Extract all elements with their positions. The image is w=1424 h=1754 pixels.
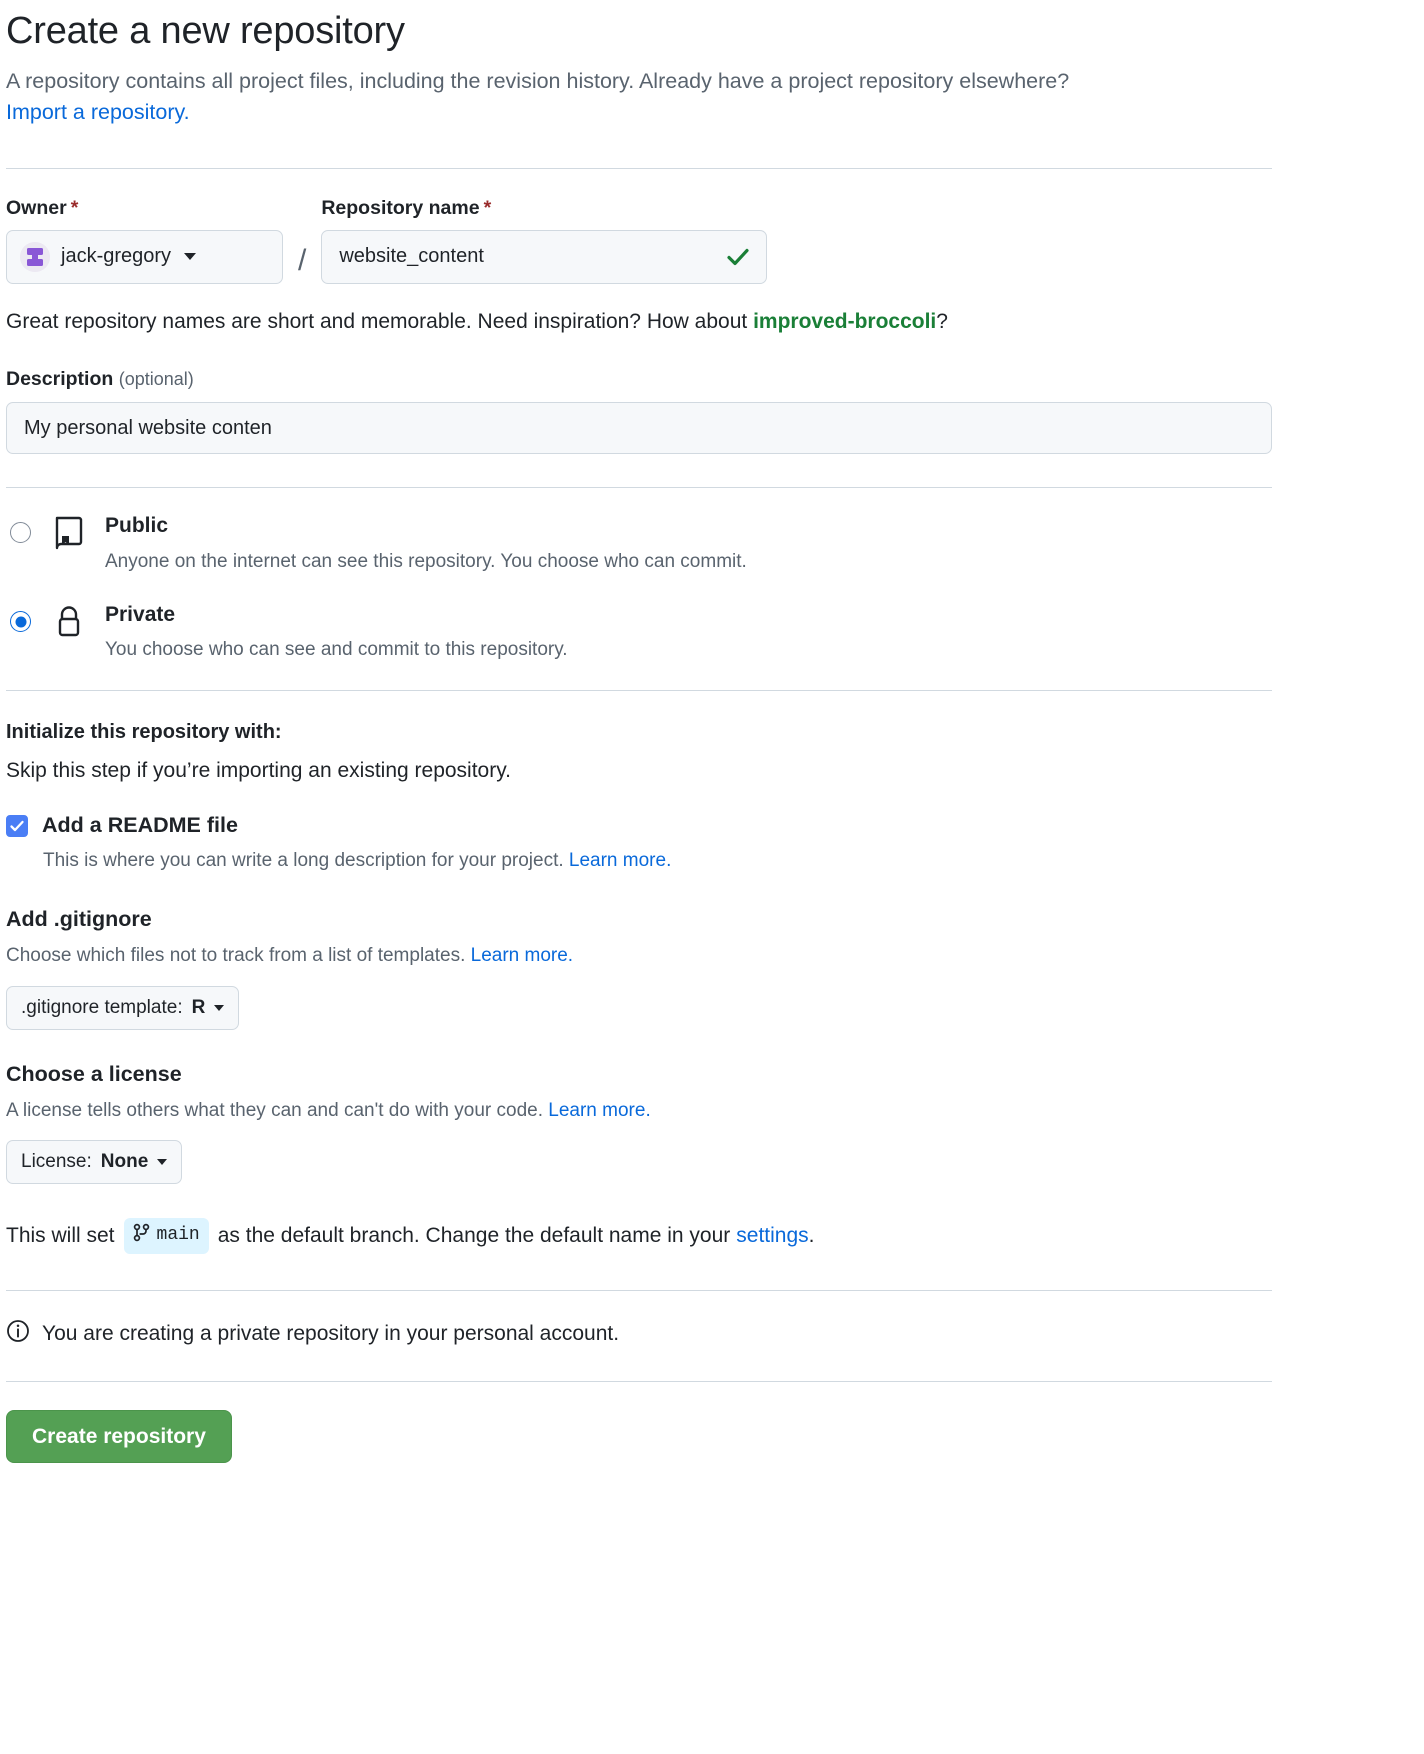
import-repository-link[interactable]: Import a repository. <box>6 100 190 124</box>
gitignore-template-value: R <box>191 996 206 1018</box>
create-repository-page: Create a new repository A repository con… <box>0 8 1280 1463</box>
description-input[interactable] <box>6 402 1272 455</box>
page-description: A repository contains all project files,… <box>6 66 1274 128</box>
checkbox-add-readme[interactable] <box>6 814 28 837</box>
repository-name-hint-after: ? <box>936 309 948 333</box>
readme-help-before: This is where you can write a long descr… <box>43 850 569 872</box>
license-value: None <box>100 1151 149 1173</box>
divider-branch <box>6 1289 1272 1291</box>
chevron-down-icon <box>214 1004 225 1011</box>
visibility-public-text: Public Anyone on the internet can see th… <box>105 512 747 575</box>
divider-header <box>6 167 1272 169</box>
repository-name-hint-before: Great repository names are short and mem… <box>6 309 754 333</box>
repository-name-label: Repository name * <box>321 197 767 220</box>
visibility-private-title: Private <box>105 603 176 627</box>
license-prefix: License: <box>21 1151 92 1173</box>
gitignore-template-prefix: .gitignore template: <box>21 996 183 1018</box>
settings-link[interactable]: settings <box>736 1221 808 1250</box>
owner-value: jack-gregory <box>61 245 172 268</box>
initialize-subheading: Skip this step if you’re importing an ex… <box>6 759 512 783</box>
chevron-down-icon <box>184 253 197 261</box>
chevron-down-icon <box>157 1159 168 1166</box>
owner-required-asterisk: * <box>70 196 79 219</box>
gitignore-learn-more-link[interactable]: Learn more. <box>471 945 573 966</box>
default-branch-before: This will set <box>6 1224 115 1248</box>
lock-icon <box>53 605 85 639</box>
license-description: A license tells others what they can and… <box>6 1098 1274 1125</box>
divider-description <box>6 487 1272 489</box>
radio-public[interactable] <box>10 522 31 544</box>
owner-name-separator: / <box>298 243 307 277</box>
license-heading: Choose a license <box>6 1061 182 1086</box>
visibility-private-description: You choose who can see and commit to thi… <box>105 639 568 661</box>
repository-name-hint: Great repository names are short and mem… <box>6 307 1274 336</box>
divider-notice <box>6 1380 1272 1382</box>
page-title: Create a new repository <box>6 10 405 52</box>
repository-name-input-wrapper <box>321 229 768 284</box>
gitignore-description-before: Choose which files not to track from a l… <box>6 945 471 966</box>
description-label-text: Description <box>6 368 114 391</box>
owner-label: Owner * <box>6 197 283 220</box>
visibility-option-private[interactable]: Private You choose who can see and commi… <box>6 601 1274 664</box>
git-branch-icon <box>133 1221 150 1250</box>
repository-name-label-text: Repository name <box>321 196 480 219</box>
description-optional-text: (optional) <box>118 369 194 390</box>
default-branch-after: . <box>808 1224 815 1248</box>
default-branch-badge: main <box>123 1218 209 1254</box>
owner-dropdown[interactable]: jack-gregory <box>6 229 283 284</box>
gitignore-template-dropdown[interactable]: .gitignore template: R <box>6 985 240 1030</box>
default-branch-middle: as the default branch. Change the defaul… <box>217 1224 731 1248</box>
radio-private[interactable] <box>10 611 31 633</box>
repo-book-icon <box>53 516 85 550</box>
visibility-public-title: Public <box>105 514 169 538</box>
owner-label-text: Owner <box>6 196 67 219</box>
repository-name-field: Repository name * <box>321 197 768 284</box>
private-repo-notice-text: You are creating a private repository in… <box>42 1321 620 1345</box>
readme-help-text: This is where you can write a long descr… <box>43 848 1274 875</box>
description-label: Description (optional) <box>6 368 1274 391</box>
create-repository-button[interactable]: Create repository <box>6 1409 232 1463</box>
visibility-private-text: Private You choose who can see and commi… <box>105 601 568 664</box>
license-description-before: A license tells others what they can and… <box>6 1099 549 1121</box>
owner-and-name-row: Owner * jack-gregory / Repository name * <box>6 197 1274 284</box>
suggested-name-link[interactable]: improved-broccoli <box>753 310 936 333</box>
info-icon <box>6 1319 30 1349</box>
gitignore-description: Choose which files not to track from a l… <box>6 943 1274 970</box>
visibility-group: Public Anyone on the internet can see th… <box>6 512 1274 664</box>
license-dropdown[interactable]: License: None <box>6 1140 183 1185</box>
private-repo-notice: You are creating a private repository in… <box>6 1319 1274 1349</box>
gitignore-heading: Add .gitignore <box>6 907 152 931</box>
default-branch-name: main <box>156 1225 200 1246</box>
repository-name-required-asterisk: * <box>483 196 492 219</box>
readme-checkbox-row[interactable]: Add a README file <box>6 813 1274 838</box>
license-learn-more-link[interactable]: Learn more. <box>548 1100 650 1121</box>
page-description-text: A repository contains all project files,… <box>6 68 1070 93</box>
readme-learn-more-link[interactable]: Learn more. <box>569 850 671 871</box>
visibility-option-public[interactable]: Public Anyone on the internet can see th… <box>6 512 1274 575</box>
owner-field: Owner * jack-gregory <box>6 197 283 284</box>
visibility-public-description: Anyone on the internet can see this repo… <box>105 550 747 572</box>
divider-visibility <box>6 690 1272 692</box>
default-branch-line: This will set main as the default branch… <box>6 1218 1274 1254</box>
initialize-heading: Initialize this repository with: <box>6 721 282 744</box>
readme-checkbox-label: Add a README file <box>42 813 238 838</box>
repository-name-input[interactable] <box>321 229 768 284</box>
user-avatar-identicon-icon <box>20 241 50 272</box>
